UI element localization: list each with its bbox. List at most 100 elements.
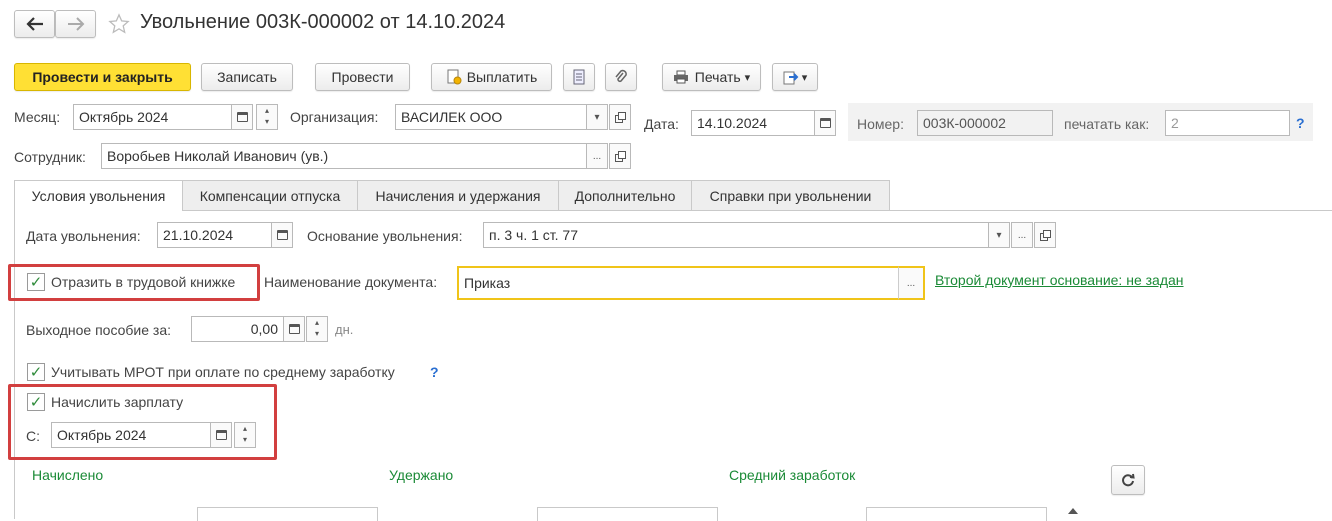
document-money-icon	[447, 69, 462, 85]
tab-additional[interactable]: Дополнительно	[558, 180, 692, 210]
chevron-down-icon: ▾	[996, 229, 1002, 241]
tab-strip-line	[14, 210, 1332, 211]
date-field[interactable]: 14.10.2024	[691, 110, 815, 136]
severance-label: Выходное пособие за:	[26, 322, 172, 338]
create-based-icon	[783, 71, 799, 85]
tab-certificates[interactable]: Справки при увольнении	[691, 180, 890, 210]
paperclip-icon	[615, 69, 627, 83]
severance-unit: дн.	[335, 322, 354, 337]
severance-calc-button[interactable]	[283, 316, 305, 342]
employee-label: Сотрудник:	[14, 149, 86, 165]
chevron-down-icon: ▾	[744, 71, 751, 84]
basis-select-button[interactable]: ...	[1011, 222, 1033, 248]
average-earnings-heading: Средний заработок	[729, 467, 856, 483]
number-field[interactable]: 003К-000002	[917, 110, 1053, 136]
stepper-up-icon[interactable]: ▴	[257, 105, 277, 116]
organization-field[interactable]: ВАСИЛЕК ООО	[395, 104, 587, 130]
document-name-field[interactable]: Приказ	[457, 266, 900, 300]
stepper-up-icon[interactable]: ▴	[307, 317, 327, 328]
reflect-checkbox[interactable]: ✓	[27, 273, 45, 291]
mrot-checkbox[interactable]: ✓	[27, 363, 45, 381]
reflect-label[interactable]: Отразить в трудовой книжке	[51, 274, 235, 290]
tab-dismissal-conditions[interactable]: Условия увольнения	[14, 180, 183, 211]
basis-label: Основание увольнения:	[307, 228, 463, 244]
printer-icon	[673, 70, 688, 84]
pay-label: Выплатить	[466, 69, 538, 85]
employee-select-button[interactable]: ...	[586, 143, 608, 169]
back-button[interactable]	[14, 10, 55, 38]
basis-open-button[interactable]	[1034, 222, 1056, 248]
post-button[interactable]: Провести	[315, 63, 410, 91]
star-icon[interactable]	[108, 13, 130, 35]
refresh-button[interactable]	[1111, 465, 1145, 495]
month-stepper[interactable]: ▴ ▾	[256, 104, 278, 130]
print-as-label: печатать как:	[1064, 116, 1150, 132]
accrue-label[interactable]: Начислить зарплату	[51, 394, 183, 410]
print-button[interactable]: Печать ▾	[662, 63, 761, 91]
mrot-help-icon[interactable]: ?	[430, 364, 439, 380]
pay-button[interactable]: Выплатить	[431, 63, 552, 91]
arrow-left-icon	[25, 17, 43, 31]
from-month-field[interactable]: Октябрь 2024	[51, 422, 211, 448]
calendar-icon	[276, 230, 288, 240]
number-label: Номер:	[857, 116, 904, 132]
date-label: Дата:	[644, 116, 679, 132]
calculator-icon	[288, 324, 300, 334]
arrow-right-icon	[67, 17, 84, 31]
dismissal-date-label: Дата увольнения:	[26, 228, 141, 244]
date-calendar-button[interactable]	[814, 110, 836, 136]
stepper-up-icon[interactable]: ▴	[235, 423, 255, 434]
document-name-select-button[interactable]: ...	[898, 266, 925, 300]
second-document-link[interactable]: Второй документ основание: не задан	[935, 272, 1184, 288]
dismissal-date-field[interactable]: 21.10.2024	[157, 222, 272, 248]
accrued-heading: Начислено	[32, 467, 104, 483]
chevron-down-icon: ▾	[801, 71, 808, 84]
stepper-down-icon[interactable]: ▾	[235, 434, 255, 445]
organization-dropdown-button[interactable]: ▾	[586, 104, 608, 130]
chevron-down-icon: ▾	[594, 111, 600, 123]
forward-button[interactable]	[55, 10, 96, 38]
calendar-icon	[215, 430, 227, 440]
severance-stepper[interactable]: ▴ ▾	[306, 316, 328, 342]
dismissal-date-calendar-button[interactable]	[271, 222, 293, 248]
accrue-checkbox[interactable]: ✓	[27, 393, 45, 411]
tab-panel-border	[14, 210, 15, 519]
report-button[interactable]	[563, 63, 595, 91]
organization-open-button[interactable]	[609, 104, 631, 130]
document-name-label: Наименование документа:	[264, 274, 438, 290]
open-window-icon	[614, 111, 626, 123]
basis-dropdown-button[interactable]: ▾	[988, 222, 1010, 248]
page-title: Увольнение 003К-000002 от 14.10.2024	[140, 11, 506, 33]
post-and-close-button[interactable]: Провести и закрыть	[14, 63, 191, 91]
tab-accruals-deductions[interactable]: Начисления и удержания	[357, 180, 559, 210]
employee-field[interactable]: Воробьев Николай Иванович (ув.)	[101, 143, 587, 169]
employee-open-button[interactable]	[609, 143, 631, 169]
calendar-icon	[819, 118, 831, 128]
severance-field[interactable]: 0,00	[191, 316, 284, 342]
calendar-icon	[236, 112, 248, 122]
refresh-icon	[1122, 473, 1135, 487]
stepper-down-icon[interactable]: ▾	[307, 328, 327, 339]
print-as-field[interactable]: 2	[1165, 110, 1290, 136]
list-report-icon	[573, 69, 585, 85]
withheld-heading: Удержано	[389, 467, 454, 483]
triangle-up-icon	[1068, 508, 1078, 514]
attachments-button[interactable]	[605, 63, 637, 91]
month-label: Месяц:	[14, 109, 61, 125]
save-button[interactable]: Записать	[201, 63, 293, 91]
from-label: С:	[26, 428, 40, 444]
tab-vacation-compensation[interactable]: Компенсации отпуска	[182, 180, 358, 210]
basis-field[interactable]: п. 3 ч. 1 ст. 77	[483, 222, 989, 248]
open-window-icon	[1039, 229, 1051, 241]
month-field[interactable]: Октябрь 2024	[73, 104, 232, 130]
help-icon[interactable]: ?	[1296, 115, 1305, 131]
from-calendar-button[interactable]	[210, 422, 232, 448]
organization-label: Организация:	[290, 109, 379, 125]
open-window-icon	[614, 150, 626, 162]
calendar-button[interactable]	[231, 104, 253, 130]
mrot-label[interactable]: Учитывать МРОТ при оплате по среднему за…	[51, 364, 395, 380]
create-based-on-button[interactable]: ▾	[772, 63, 818, 91]
from-month-stepper[interactable]: ▴ ▾	[234, 422, 256, 448]
stepper-down-icon[interactable]: ▾	[257, 116, 277, 127]
print-label: Печать	[694, 69, 741, 85]
